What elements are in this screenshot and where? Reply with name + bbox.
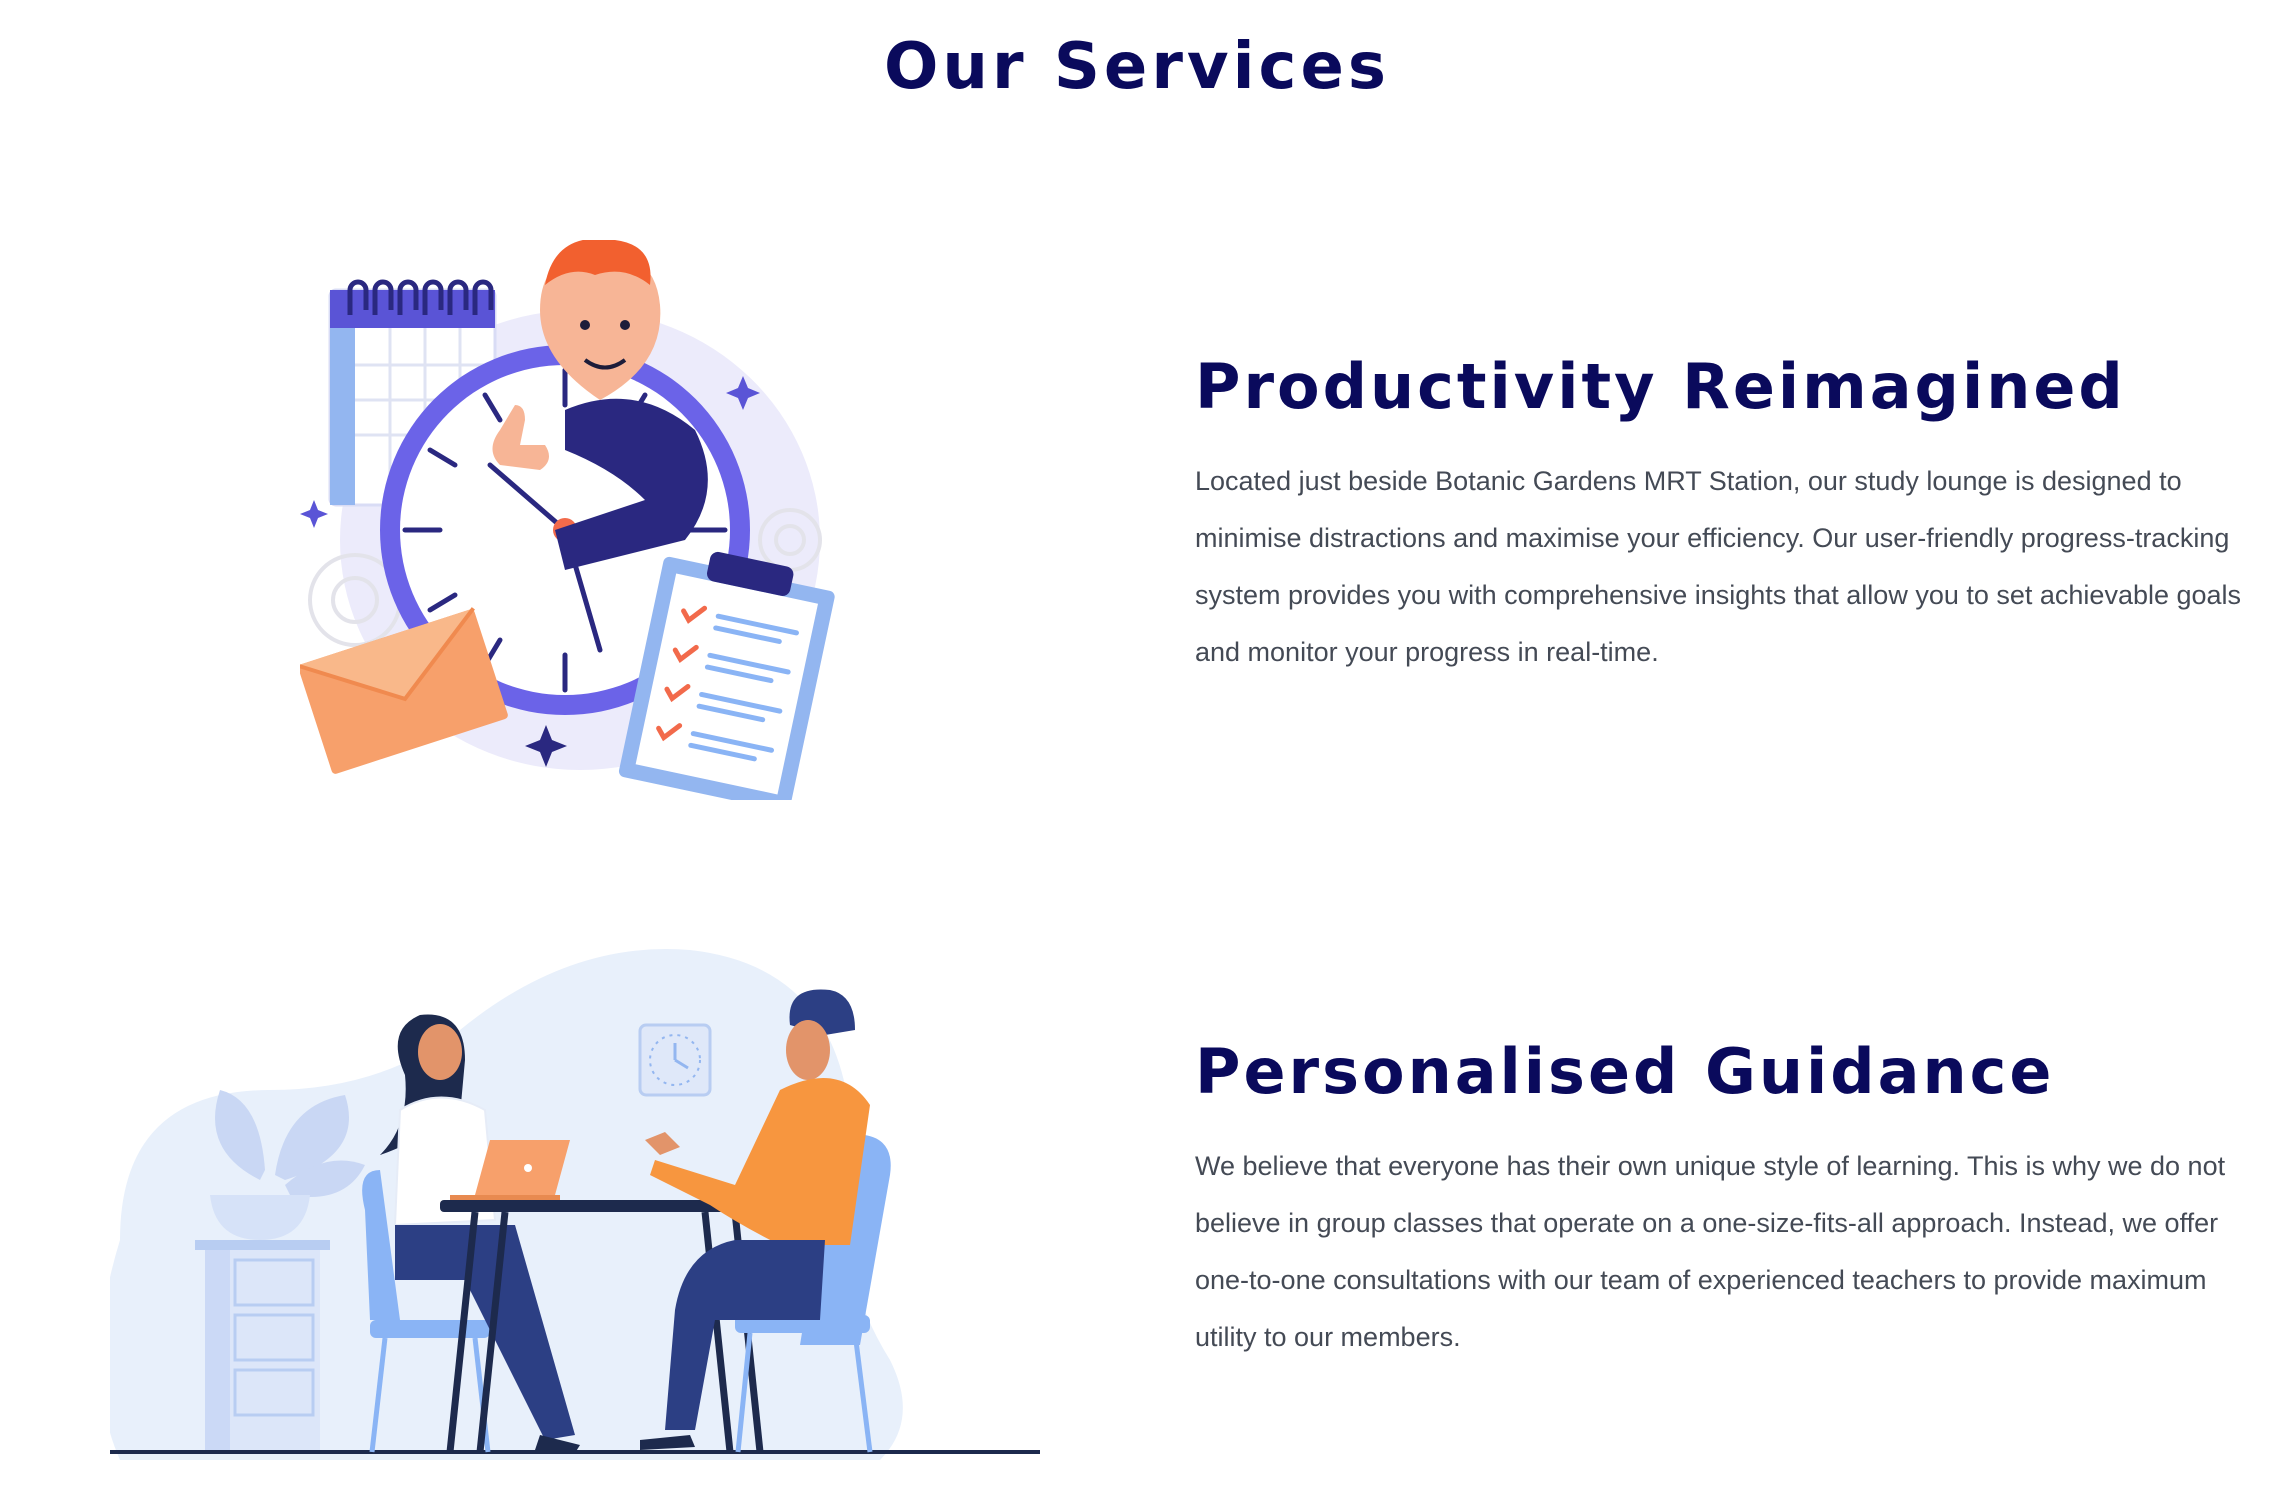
service-description: We believe that everyone has their own u… [1195,1151,2226,1352]
page-title: Our Services [884,30,1390,104]
service-description: Located just beside Botanic Gardens MRT … [1195,466,2242,667]
service-productivity: Productivity Reimagined Located just bes… [0,238,2274,820]
consultation-meeting-illustration [100,940,1050,1480]
service-heading: Productivity Reimagined [1195,350,2126,423]
service-heading: Personalised Guidance [1195,1035,2055,1108]
service-productivity-text: Productivity Reimagined Located just bes… [1195,350,2245,681]
clock-calendar-checklist-illustration [296,238,860,812]
service-guidance: Personalised Guidance We believe that ev… [0,930,2274,1500]
service-guidance-text: Personalised Guidance We believe that ev… [1195,1035,2245,1366]
